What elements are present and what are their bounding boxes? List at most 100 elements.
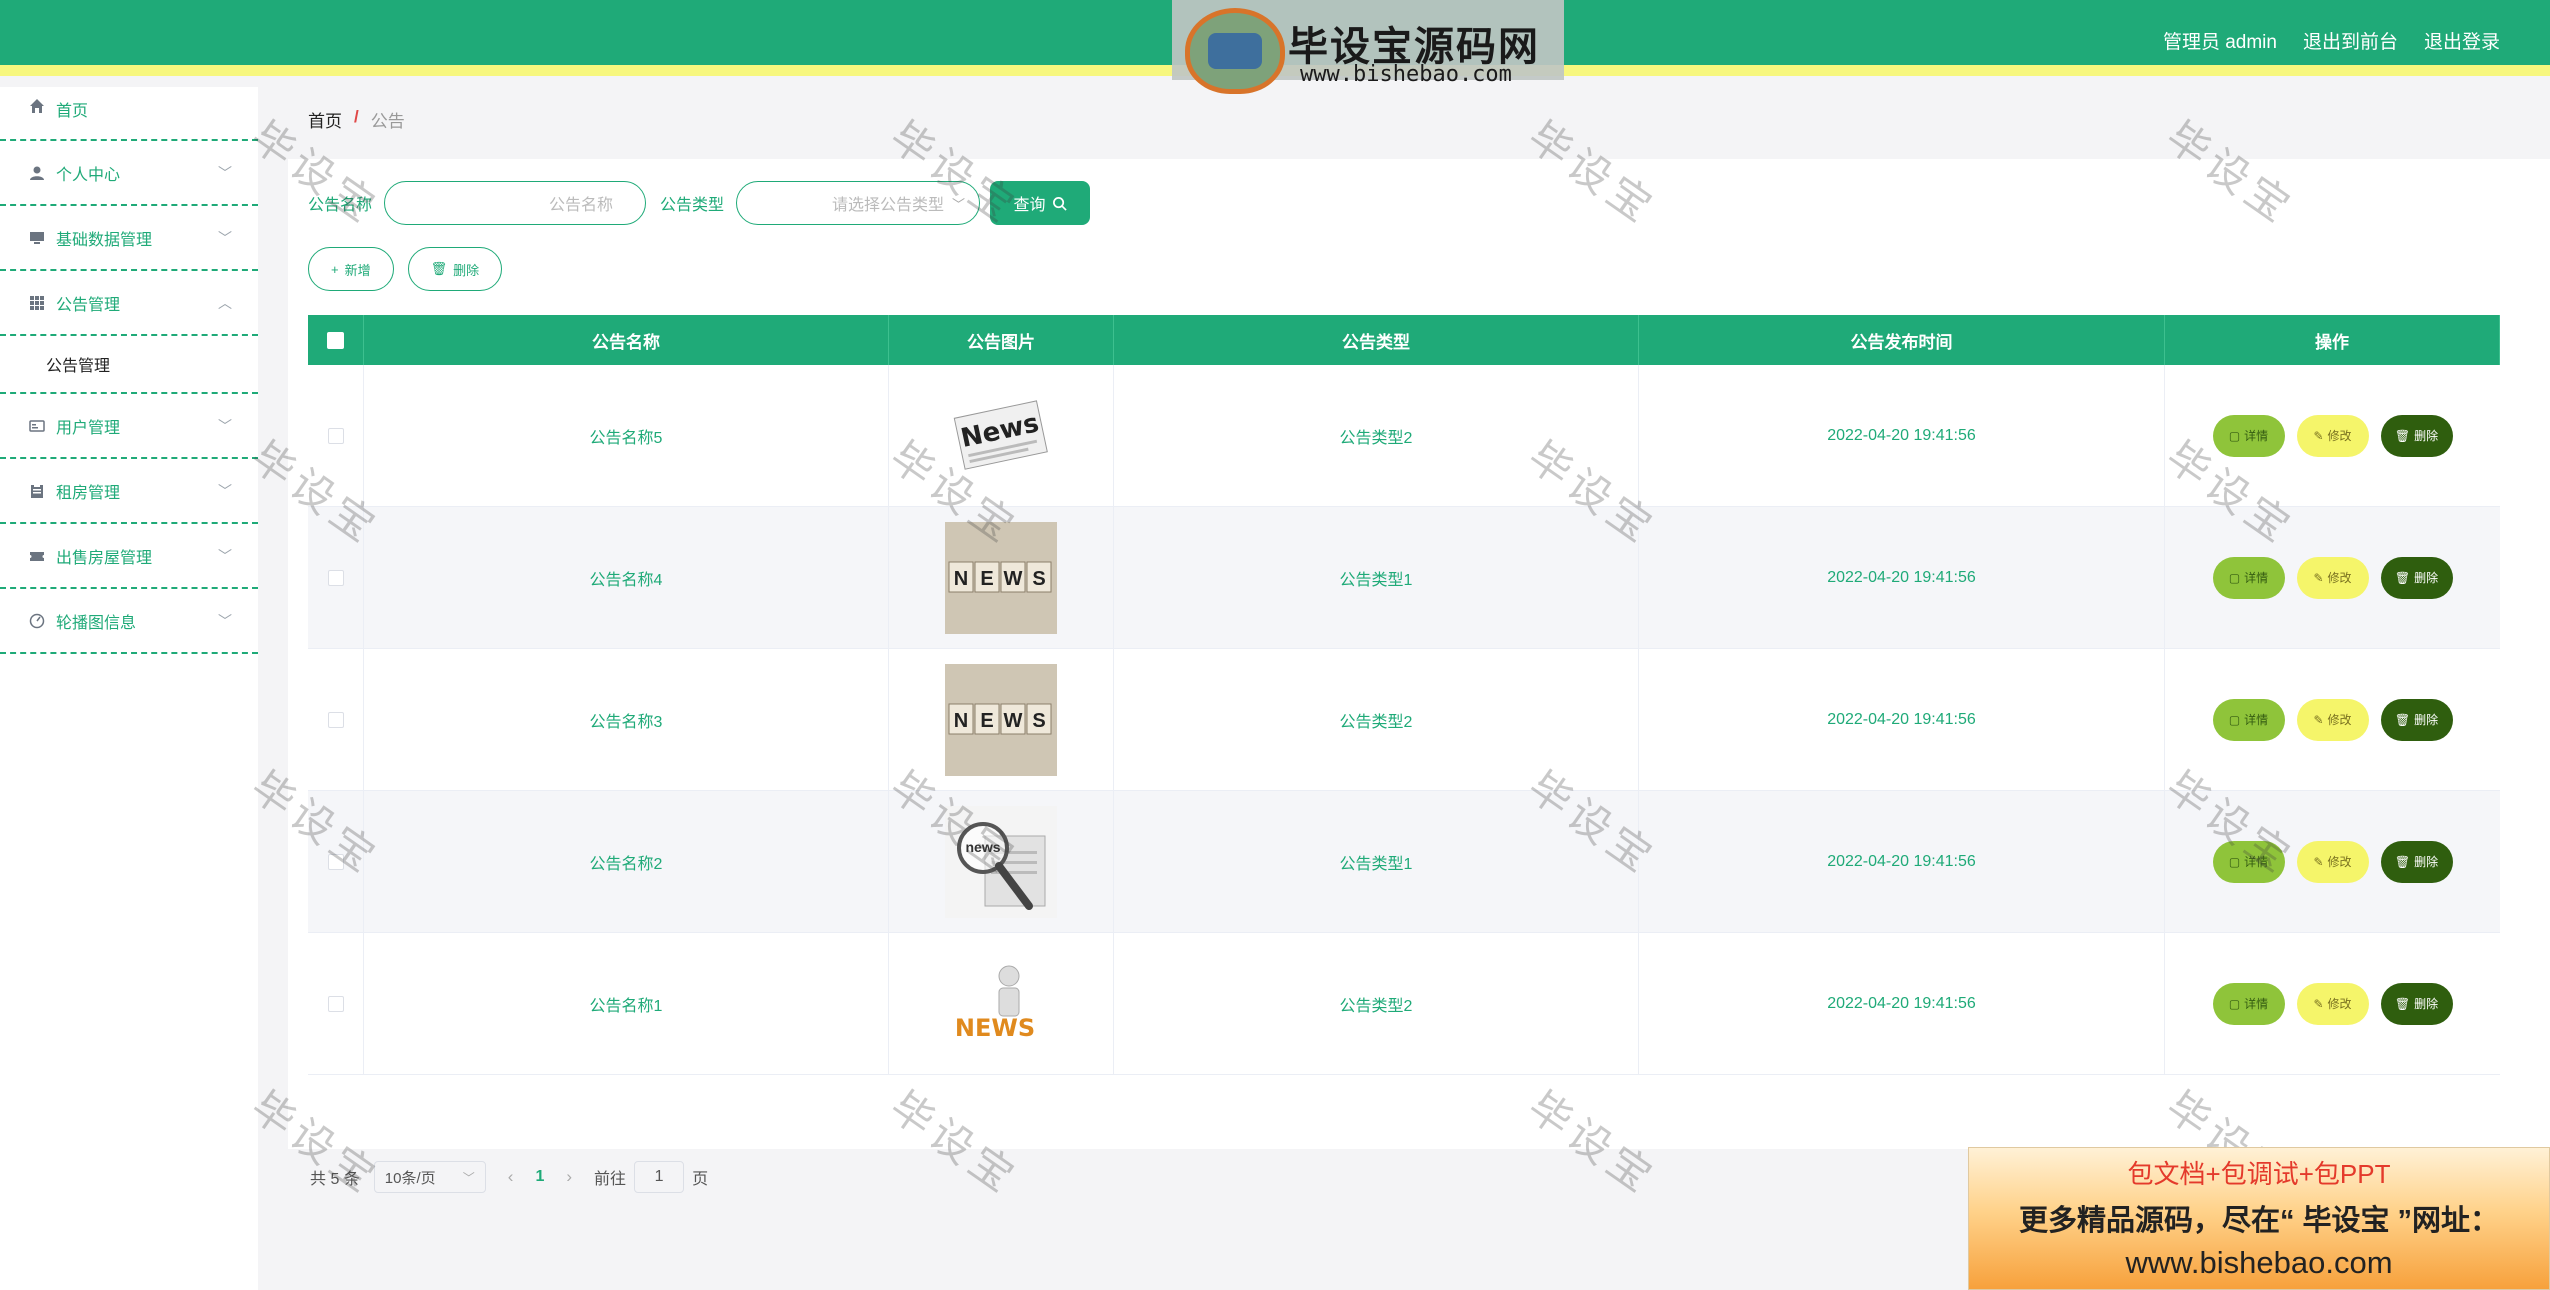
trash-icon: 🗑 bbox=[2394, 712, 2411, 727]
edit-button[interactable]: ✎ 修改 bbox=[2296, 698, 2369, 741]
sidebar-item-house-sale[interactable]: 出售房屋管理 ﹀ bbox=[0, 524, 258, 589]
clipboard-icon bbox=[28, 482, 46, 500]
sidebar-item-home[interactable]: 首页 bbox=[0, 87, 258, 141]
goto-suffix: 页 bbox=[692, 1171, 709, 1188]
search-icon bbox=[1052, 196, 1067, 211]
trash-icon: 🗑 bbox=[2394, 854, 2411, 869]
detail-button[interactable]: ▢ 详情 bbox=[2212, 698, 2285, 741]
cell-time: 2022-04-20 19:41:56 bbox=[1639, 933, 2165, 1074]
breadcrumb: 首页 / 公告 bbox=[308, 107, 405, 132]
table-row: 公告名称4 NEWS 公告类型1 2022-04-20 19:41:56 ▢ 详情… bbox=[308, 507, 2500, 649]
edit-button[interactable]: ✎ 修改 bbox=[2296, 840, 2369, 883]
edit-button[interactable]: ✎ 修改 bbox=[2296, 556, 2369, 599]
next-page-icon[interactable]: › bbox=[566, 1167, 572, 1187]
table-row: 公告名称1 NEWS 公告类型2 2022-04-20 19:41:56 ▢ 详情… bbox=[308, 933, 2500, 1075]
cell-type: 公告类型1 bbox=[1114, 507, 1639, 648]
chevron-down-icon: ﹀ bbox=[218, 417, 232, 434]
detail-button-label: 详情 bbox=[2244, 571, 2269, 585]
table-row: 公告名称2 news 公告类型1 2022-04-20 19:41:56 ▢ 详情… bbox=[308, 791, 2500, 933]
delete-button[interactable]: 🗑 删除 bbox=[2380, 698, 2453, 741]
cell-type: 公告类型1 bbox=[1114, 791, 1639, 932]
chevron-down-icon: ﹀ bbox=[462, 1170, 475, 1185]
page-size-select[interactable]: 10条/页 ﹀ bbox=[373, 1161, 486, 1193]
cell-type: 公告类型2 bbox=[1114, 649, 1639, 790]
row-checkbox[interactable] bbox=[327, 853, 344, 870]
page-size-value: 10条/页 bbox=[384, 1169, 436, 1187]
admin-user-label: 管理员 admin bbox=[2162, 32, 2277, 53]
detail-button-label: 详情 bbox=[2244, 855, 2269, 869]
cell-type: 公告类型2 bbox=[1114, 933, 1639, 1074]
sidebar-item-notice-management[interactable]: 公告管理 ︿ bbox=[0, 271, 258, 336]
edit-button[interactable]: ✎ 修改 bbox=[2296, 982, 2369, 1025]
id-card-icon bbox=[28, 417, 46, 435]
detail-button-label: 详情 bbox=[2244, 713, 2269, 727]
detail-button[interactable]: ▢ 详情 bbox=[2212, 840, 2285, 883]
select-all-checkbox[interactable] bbox=[327, 331, 344, 349]
sidebar-item-user-management[interactable]: 用户管理 ﹀ bbox=[0, 394, 258, 459]
submenu-item-notice-management[interactable]: 公告管理 bbox=[0, 336, 258, 394]
exit-to-front-link[interactable]: 退出到前台 bbox=[2303, 27, 2398, 54]
row-checkbox[interactable] bbox=[327, 427, 344, 444]
detail-button[interactable]: ▢ 详情 bbox=[2212, 414, 2285, 457]
svg-text:news: news bbox=[965, 839, 1000, 855]
row-checkbox[interactable] bbox=[327, 711, 344, 728]
column-header-type: 公告类型 bbox=[1114, 315, 1639, 365]
breadcrumb-home[interactable]: 首页 bbox=[308, 107, 342, 132]
file-icon: ▢ bbox=[2228, 570, 2241, 585]
column-header-actions: 操作 bbox=[2165, 315, 2500, 365]
cell-name: 公告名称3 bbox=[364, 649, 889, 790]
dashboard-icon bbox=[28, 612, 46, 630]
add-button[interactable]: + 新增 bbox=[308, 247, 394, 291]
pencil-icon: ✎ bbox=[2313, 428, 2324, 443]
prev-page-icon[interactable]: ‹ bbox=[508, 1167, 514, 1187]
notice-type-select[interactable]: 请选择公告类型 ﹀ bbox=[736, 181, 981, 225]
grid-icon bbox=[28, 294, 46, 312]
detail-button[interactable]: ▢ 详情 bbox=[2212, 982, 2285, 1025]
sidebar-item-carousel[interactable]: 轮播图信息 ﹀ bbox=[0, 589, 258, 654]
delete-button[interactable]: 🗑 删除 bbox=[2380, 556, 2453, 599]
trash-icon: 🗑 bbox=[2394, 428, 2411, 443]
sidebar-item-personal-center[interactable]: 个人中心 ﹀ bbox=[0, 141, 258, 206]
logo-url: www.bishebao.com bbox=[1300, 62, 1512, 87]
table-row: 公告名称5 News 公告类型2 2022-04-20 19:41:56 ▢ 详情… bbox=[308, 365, 2500, 507]
action-bar: + 新增 🗑 删除 bbox=[308, 247, 503, 291]
chevron-down-icon: ﹀ bbox=[218, 229, 232, 246]
cell-name: 公告名称5 bbox=[364, 365, 889, 506]
edit-button-label: 修改 bbox=[2327, 713, 2352, 727]
top-header: 毕设宝源码网 www.bishebao.com 管理员 admin 退出到前台 … bbox=[0, 0, 2550, 94]
file-icon: ▢ bbox=[2228, 712, 2241, 727]
news-3d-figure-image: NEWS bbox=[945, 948, 1057, 1060]
delete-button[interactable]: 🗑 删除 bbox=[2380, 414, 2453, 457]
file-icon: ▢ bbox=[2228, 996, 2241, 1011]
pencil-icon: ✎ bbox=[2313, 854, 2324, 869]
notice-type-label: 公告类型 bbox=[660, 197, 725, 214]
query-button[interactable]: 查询 bbox=[990, 181, 1091, 225]
chevron-down-icon: ﹀ bbox=[218, 612, 232, 629]
sidebar-item-basic-data[interactable]: 基础数据管理 ﹀ bbox=[0, 206, 258, 271]
sidebar-item-rental-management[interactable]: 租房管理 ﹀ bbox=[0, 459, 258, 524]
cell-type: 公告类型2 bbox=[1114, 365, 1639, 506]
main-content: 首页 / 公告 公告名称 公告名称 公告类型 请选择公告类型 ﹀ 查询 + 新增 bbox=[258, 87, 2550, 1290]
logout-link[interactable]: 退出登录 bbox=[2424, 27, 2500, 54]
sidebar-item-label: 基础数据管理 bbox=[56, 231, 153, 249]
goto-page-input[interactable]: 1 bbox=[634, 1161, 685, 1193]
row-checkbox[interactable] bbox=[327, 995, 344, 1012]
page-number[interactable]: 1 bbox=[535, 1168, 544, 1186]
goto-page-value: 1 bbox=[654, 1168, 664, 1185]
breadcrumb-separator: / bbox=[354, 107, 359, 126]
monitor-icon bbox=[28, 229, 46, 247]
row-checkbox[interactable] bbox=[327, 569, 344, 586]
chevron-up-icon: ︿ bbox=[218, 294, 232, 311]
breadcrumb-current: 公告 bbox=[370, 112, 405, 131]
delete-button[interactable]: 🗑 删除 bbox=[2380, 840, 2453, 883]
svg-text:W: W bbox=[1004, 710, 1023, 732]
batch-delete-button[interactable]: 🗑 删除 bbox=[407, 247, 503, 291]
edit-button[interactable]: ✎ 修改 bbox=[2296, 414, 2369, 457]
delete-button[interactable]: 🗑 删除 bbox=[2380, 982, 2453, 1025]
column-header-time: 公告发布时间 bbox=[1639, 315, 2165, 365]
content-card: 公告名称 公告名称 公告类型 请选择公告类型 ﹀ 查询 + 新增 🗑 删除 公告… bbox=[288, 159, 2550, 1193]
cell-name: 公告名称4 bbox=[364, 507, 889, 648]
notice-name-input[interactable]: 公告名称 bbox=[384, 181, 647, 225]
chevron-down-icon: ﹀ bbox=[952, 196, 966, 212]
detail-button[interactable]: ▢ 详情 bbox=[2212, 556, 2285, 599]
